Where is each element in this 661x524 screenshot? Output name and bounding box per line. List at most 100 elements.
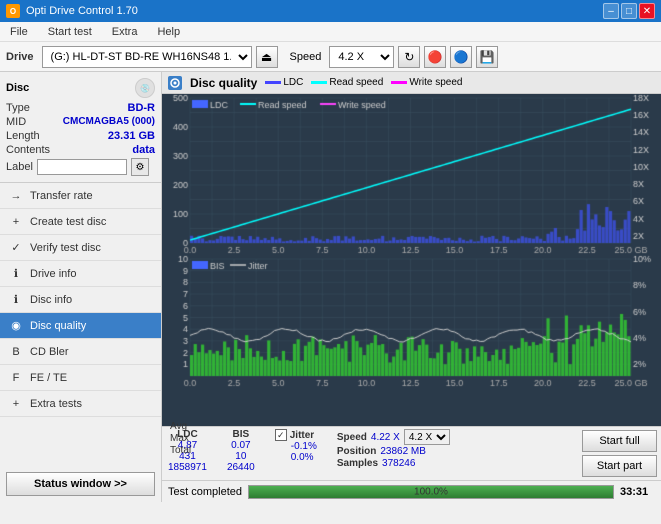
sidebar-label-transfer-rate: Transfer rate (30, 190, 93, 202)
progress-label: Test completed (168, 486, 242, 498)
sidebar-label-verify-test: Verify test disc (30, 242, 101, 254)
type-value: BD-R (128, 102, 156, 114)
drive-select[interactable]: (G:) HL-DT-ST BD-RE WH16NS48 1.D3 (42, 46, 252, 68)
disc-section: Disc 💿 Type BD-R MID CMCMAGBA5 (000) Len… (0, 72, 161, 183)
minimize-button[interactable]: – (603, 3, 619, 19)
sidebar-item-create-test-disc[interactable]: + Create test disc (0, 209, 161, 235)
menu-file[interactable]: File (4, 24, 34, 40)
disc-title: Disc (6, 82, 29, 94)
total-bis: 26440 (227, 462, 255, 473)
avg-jitter: -0.1% (291, 441, 317, 452)
refresh-button[interactable]: ↻ (398, 46, 420, 68)
mid-label: MID (6, 116, 26, 128)
stats-row: LDC 4.87 431 1858971 BIS 0.07 10 26440 ✓ (162, 426, 661, 480)
create-test-icon: + (8, 214, 24, 230)
avg-label: Avg (170, 421, 191, 432)
samples-label: Samples (337, 458, 378, 469)
transfer-rate-icon: → (8, 188, 24, 204)
write-speed-legend-color (391, 81, 407, 84)
chart-legend: LDC Read speed Write speed (265, 77, 462, 88)
menu-start-test[interactable]: Start test (42, 24, 98, 40)
sidebar-item-verify-test-disc[interactable]: ✓ Verify test disc (0, 235, 161, 261)
sidebar-item-disc-quality[interactable]: ◉ Disc quality (0, 313, 161, 339)
action-buttons: Start full Start part (578, 427, 661, 480)
charts-area (162, 94, 661, 426)
menu-extra[interactable]: Extra (106, 24, 144, 40)
sidebar-label-fe-te: FE / TE (30, 372, 67, 384)
status-time: 33:31 (620, 486, 655, 498)
label-edit-button[interactable]: ⚙ (131, 158, 149, 176)
app-title: Opti Drive Control 1.70 (26, 5, 138, 17)
burn-button[interactable]: 🔴 (424, 46, 446, 68)
read-speed-legend-color (311, 81, 327, 84)
verify-test-icon: ✓ (8, 240, 24, 256)
position-label: Position (337, 446, 376, 457)
sidebar-item-drive-info[interactable]: ℹ Drive info (0, 261, 161, 287)
length-label: Length (6, 130, 40, 142)
contents-value: data (132, 144, 155, 156)
main-chart (162, 94, 661, 426)
stats-section: LDC 4.87 431 1858971 BIS 0.07 10 26440 ✓ (162, 427, 578, 480)
disc-info-icon: ℹ (8, 292, 24, 308)
save-button[interactable]: 💾 (476, 46, 498, 68)
sidebar-item-fe-te[interactable]: F FE / TE (0, 365, 161, 391)
max-jitter: 0.0% (291, 452, 317, 463)
drive-label: Drive (6, 51, 34, 63)
jitter-checkbox[interactable]: ✓ (275, 429, 287, 441)
sidebar-item-extra-tests[interactable]: + Extra tests (0, 391, 161, 417)
start-full-button[interactable]: Start full (582, 430, 657, 452)
progress-bar-container: Test completed 100.0% 33:31 (162, 480, 661, 502)
sidebar-item-transfer-rate[interactable]: → Transfer rate (0, 183, 161, 209)
jitter-col-header: Jitter (290, 430, 314, 441)
sidebar-label-extra-tests: Extra tests (30, 398, 82, 410)
app-icon: O (6, 4, 20, 18)
avg-bis: 0.07 (231, 440, 250, 451)
mid-value: CMCMAGBA5 (000) (63, 116, 155, 128)
progress-text: 100.0% (414, 486, 448, 497)
speed-label: Speed (290, 51, 322, 63)
verify-button[interactable]: 🔵 (450, 46, 472, 68)
extra-tests-icon: + (8, 396, 24, 412)
drive-info-icon: ℹ (8, 266, 24, 282)
sidebar-label-disc-info: Disc info (30, 294, 72, 306)
menu-bar: File Start test Extra Help (0, 22, 661, 42)
eject-button[interactable]: ⏏ (256, 46, 278, 68)
sidebar-item-disc-info[interactable]: ℹ Disc info (0, 287, 161, 313)
chart-title: Disc quality (190, 76, 257, 90)
close-button[interactable]: ✕ (639, 3, 655, 19)
cd-bler-icon: B (8, 344, 24, 360)
contents-label: Contents (6, 144, 50, 156)
content-area: Disc quality LDC Read speed Write speed (162, 72, 661, 502)
status-window-button[interactable]: Status window >> (6, 472, 155, 496)
menu-help[interactable]: Help (151, 24, 186, 40)
sidebar-label-drive-info: Drive info (30, 268, 76, 280)
sidebar-item-cd-bler[interactable]: B CD Bler (0, 339, 161, 365)
label-input[interactable] (37, 159, 127, 175)
samples-value: 378246 (382, 458, 415, 469)
title-bar: O Opti Drive Control 1.70 – □ ✕ (0, 0, 661, 22)
label-label: Label (6, 161, 33, 173)
speed-value: 4.22 X (371, 432, 400, 443)
position-value: 23862 MB (380, 446, 426, 457)
ldc-legend-color (265, 81, 281, 84)
speed-select-stats[interactable]: 4.2 X (404, 429, 450, 445)
ldc-legend-label: LDC (283, 77, 303, 88)
disc-quality-icon: ◉ (8, 318, 24, 334)
max-label: Max (170, 433, 191, 444)
fe-te-icon: F (8, 370, 24, 386)
write-speed-legend-label: Write speed (409, 77, 462, 88)
read-speed-legend-label: Read speed (329, 77, 383, 88)
max-bis: 10 (235, 451, 246, 462)
sidebar-label-disc-quality: Disc quality (30, 320, 86, 332)
start-part-button[interactable]: Start part (582, 455, 657, 477)
sidebar: Disc 💿 Type BD-R MID CMCMAGBA5 (000) Len… (0, 72, 162, 502)
speed-col-header: Speed (337, 432, 367, 443)
chart-header-icon (168, 76, 182, 90)
disc-icon: 💿 (135, 78, 155, 98)
sidebar-label-create-test: Create test disc (30, 216, 106, 228)
speed-select-toolbar[interactable]: 4.2 X (329, 46, 394, 68)
toolbar: Drive (G:) HL-DT-ST BD-RE WH16NS48 1.D3 … (0, 42, 661, 72)
chart-header: Disc quality LDC Read speed Write speed (162, 72, 661, 94)
maximize-button[interactable]: □ (621, 3, 637, 19)
type-label: Type (6, 102, 30, 114)
